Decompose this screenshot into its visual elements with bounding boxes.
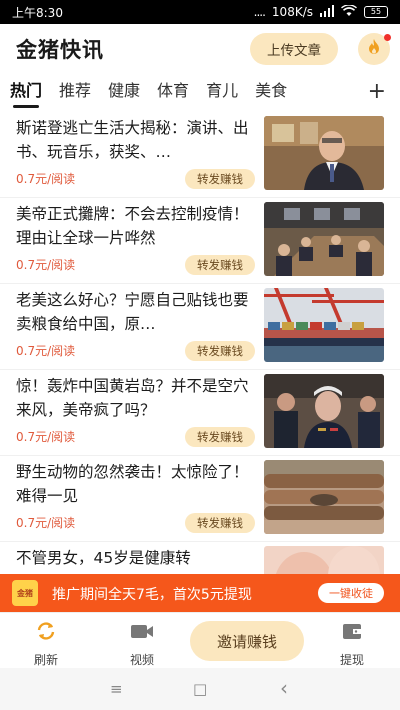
battery-icon: 55 [364,6,388,18]
category-tabs: 热门 推荐 健康 体育 育儿 美食 + [0,74,400,112]
article-title[interactable]: 惊！轰炸中国黄岩岛？并不是空穴来风，美帝疯了吗？ [16,374,256,422]
article-reward: 0.7元/阅读 [16,258,76,272]
status-time: 上午8:30 [12,5,63,20]
nav-refresh-label: 刷新 [33,653,58,667]
article-thumbnail[interactable] [264,202,384,276]
system-nav-bar: ≡ □ ‹ [0,668,400,710]
article-thumbnail[interactable] [264,116,384,190]
fire-icon [366,38,382,60]
article-thumbnail[interactable] [264,288,384,362]
signal-icon: .... [253,5,266,19]
article-title[interactable]: 野生动物的忽然袭击！太惊险了！难得一见 [16,460,256,508]
add-tab-button[interactable]: + [368,78,386,106]
article-title[interactable]: 不管男女，45岁是健康转 [16,546,256,570]
promo-coin-icon: 金猪 [12,580,38,606]
status-bar: 上午8:30 .... 108K/s 55 [0,0,400,24]
wallet-icon [340,619,364,647]
app-title: 金猪快讯 [16,38,104,62]
article-feed[interactable]: 斯诺登逃亡生活大揭秘：演讲、出书、玩音乐，获奖、… 0.7元/阅读 转发赚钱 美 [0,112,400,574]
nav-refresh[interactable]: 刷新 [16,619,76,667]
article-title[interactable]: 美帝正式攤牌：不会去控制疫情！理由让全球一片哗然 [16,202,256,250]
nav-video[interactable]: 视频 [112,619,172,667]
tab-food[interactable]: 美食 [255,74,287,112]
article-thumbnail[interactable] [264,460,384,534]
promo-text: 推广期间全天7毛，首次5元提现 [52,587,252,603]
share-earn-button[interactable]: 转发赚钱 [185,513,255,533]
article-thumbnail[interactable] [264,546,384,574]
tab-recommend[interactable]: 推荐 [59,74,91,112]
article-reward: 0.7元/阅读 [16,344,76,358]
tab-sports[interactable]: 体育 [157,74,189,112]
upload-article-button[interactable]: 上传文章 [250,33,338,65]
nav-withdraw-label: 提现 [339,653,364,667]
article-item[interactable]: 惊！轰炸中国黄岩岛？并不是空穴来风，美帝疯了吗？ 0.7元/阅读 转发赚钱 [0,370,400,456]
tab-parenting[interactable]: 育儿 [206,74,238,112]
status-indicators: .... 108K/s 55 [253,3,388,20]
article-reward: 0.7元/阅读 [16,516,76,530]
invite-earn-button[interactable]: 邀请赚钱 [190,621,304,661]
menu-icon[interactable]: ≡ [110,680,123,698]
share-earn-button[interactable]: 转发赚钱 [185,169,255,189]
article-item[interactable]: 不管男女，45岁是健康转 [0,542,400,574]
article-item[interactable]: 老美这么好心？宁愿自己贴钱也要卖粮食给中国，原… 0.7元/阅读 转发赚钱 [0,284,400,370]
network-speed: 108K/s [271,5,313,19]
article-item[interactable]: 斯诺登逃亡生活大揭秘：演讲、出书、玩音乐，获奖、… 0.7元/阅读 转发赚钱 [0,112,400,198]
article-item[interactable]: 野生动物的忽然袭击！太惊险了！难得一见 0.7元/阅读 转发赚钱 [0,456,400,542]
tab-health[interactable]: 健康 [108,74,140,112]
refresh-icon [34,619,58,647]
article-title[interactable]: 老美这么好心？宁愿自己贴钱也要卖粮食给中国，原… [16,288,256,336]
article-item[interactable]: 美帝正式攤牌：不会去控制疫情！理由让全球一片哗然 0.7元/阅读 转发赚钱 [0,198,400,284]
wifi-icon [341,3,357,20]
article-reward: 0.7元/阅读 [16,430,76,444]
app-screen: 上午8:30 .... 108K/s 55 金猪快讯 上传文章 热门 推荐 健康… [0,0,400,710]
nav-withdraw[interactable]: 提现 [322,619,382,667]
recruit-button[interactable]: 一键收徒 [318,583,384,603]
share-earn-button[interactable]: 转发赚钱 [185,341,255,361]
fire-button[interactable] [358,33,391,65]
promo-banner[interactable]: 金猪 推广期间全天7毛，首次5元提现 一键收徒 [0,574,400,612]
video-icon [129,619,155,647]
article-thumbnail[interactable] [264,374,384,448]
signal-bars-icon [320,4,334,20]
bottom-nav: 刷新 视频 邀请赚钱 提现 [0,612,400,668]
share-earn-button[interactable]: 转发赚钱 [185,255,255,275]
app-header: 金猪快讯 上传文章 [0,24,400,74]
article-title[interactable]: 斯诺登逃亡生活大揭秘：演讲、出书、玩音乐，获奖、… [16,116,256,164]
tab-hot[interactable]: 热门 [10,74,42,112]
back-icon[interactable]: ‹ [280,676,288,700]
nav-video-label: 视频 [129,653,154,667]
article-reward: 0.7元/阅读 [16,172,76,186]
notification-dot [384,34,391,41]
share-earn-button[interactable]: 转发赚钱 [185,427,255,447]
home-icon[interactable]: □ [193,680,207,698]
